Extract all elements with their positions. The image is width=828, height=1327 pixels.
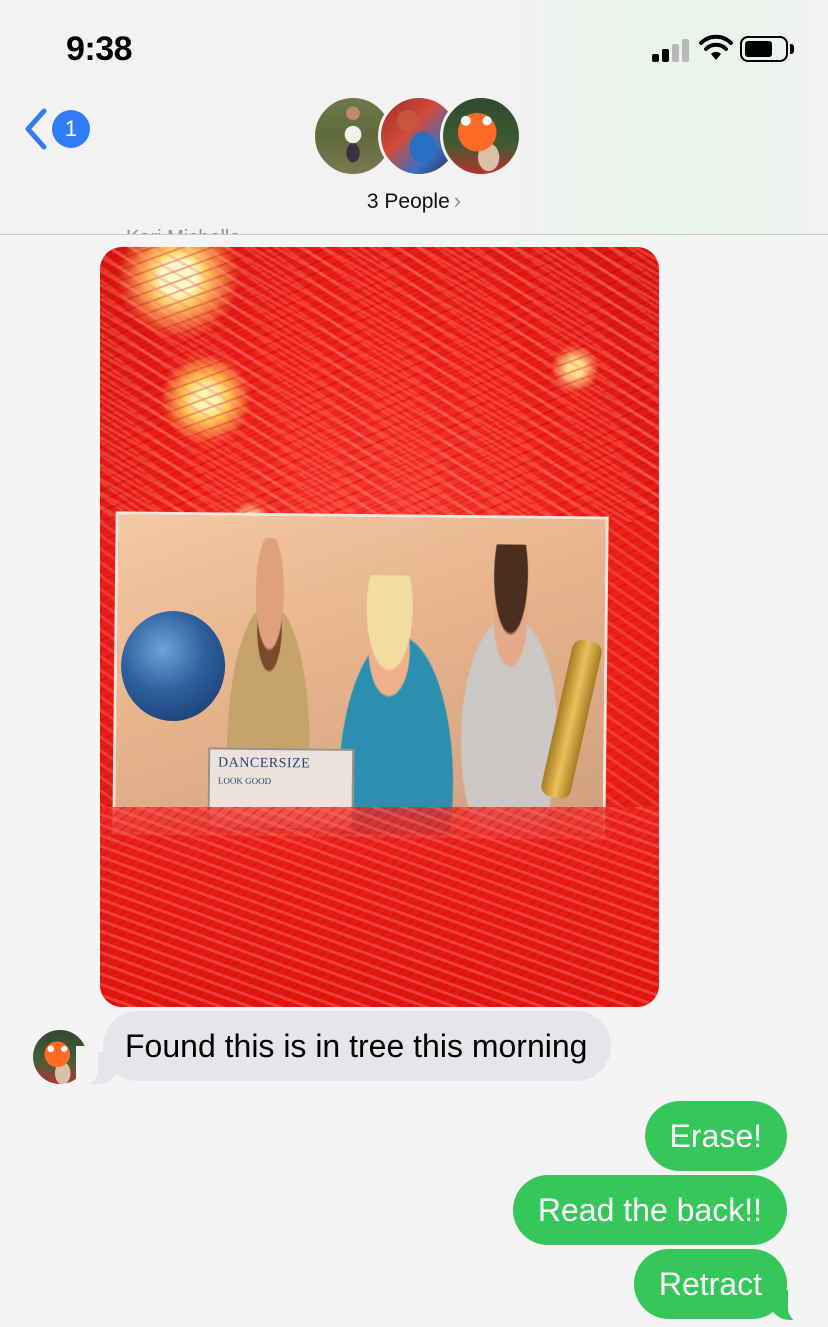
cellular-signal-icon: [652, 38, 692, 62]
photo-message[interactable]: DANCERSIZE LOOK GOOD: [100, 247, 659, 1007]
group-label: 3 People: [366, 190, 450, 213]
back-button[interactable]: 1: [22, 104, 102, 154]
unread-count-badge: 1: [52, 110, 90, 148]
battery-icon: [740, 36, 788, 62]
battery-tip: [790, 44, 794, 54]
outgoing-message[interactable]: Erase!: [644, 1101, 787, 1171]
conversation-header: 9:38 1 3 People› Kari Michelle: [0, 0, 828, 235]
chevron-left-icon: [25, 108, 47, 150]
tree-branches-top: [100, 247, 659, 522]
sign-subtext: LOOK GOOD: [217, 775, 272, 787]
wifi-icon: [699, 34, 733, 60]
bubble-tail-mask: [788, 1284, 812, 1324]
group-avatars[interactable]: [312, 95, 522, 179]
status-time: 9:38: [66, 30, 133, 68]
sender-name: Kari Michelle: [126, 218, 266, 234]
group-details-link[interactable]: 3 People ›: [0, 188, 828, 214]
incoming-message[interactable]: Found this is in tree this morning: [103, 1011, 612, 1081]
avatar: [440, 95, 522, 177]
tree-branches-front: [100, 807, 659, 1007]
framed-photo: DANCERSIZE LOOK GOOD: [112, 511, 609, 840]
chevron-right-icon: ›: [453, 188, 462, 213]
outgoing-message[interactable]: Retract: [633, 1249, 787, 1319]
sign-title: DANCERSIZE: [217, 755, 311, 772]
outgoing-message[interactable]: Read the back!!: [512, 1175, 787, 1245]
